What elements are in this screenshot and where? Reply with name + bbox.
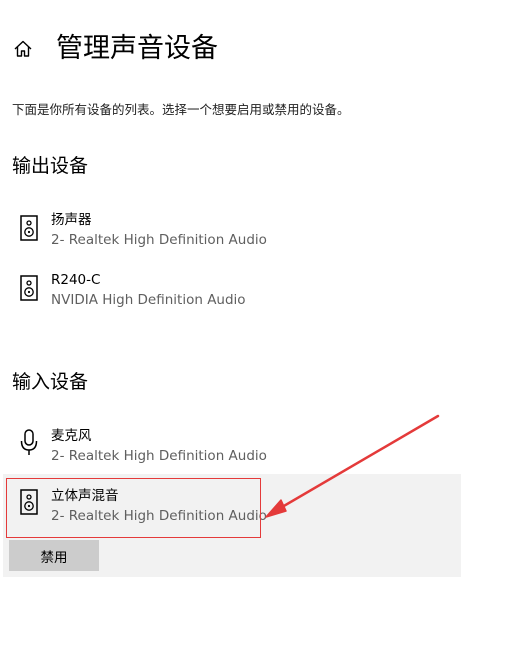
disable-button[interactable]: 禁用 [9,540,99,571]
output-devices-heading: 输出设备 [12,155,89,177]
device-name: 扬声器 [51,212,92,228]
output-device-r240c[interactable]: R240-C NVIDIA High Definition Audio [6,266,461,322]
home-icon[interactable] [12,38,34,60]
microphone-icon [18,428,40,456]
device-name: R240-C [51,272,101,288]
device-name: 麦克风 [51,428,92,444]
speaker-icon [18,274,40,302]
output-device-speaker[interactable]: 扬声器 2- Realtek High Definition Audio [6,206,461,262]
device-driver: NVIDIA High Definition Audio [51,292,246,308]
speaker-icon [18,214,40,242]
page-description: 下面是你所有设备的列表。选择一个想要启用或禁用的设备。 [12,102,350,117]
page-title: 管理声音设备 [56,33,218,64]
input-device-microphone[interactable]: 麦克风 2- Realtek High Definition Audio [6,422,461,478]
input-devices-heading: 输入设备 [12,371,89,393]
device-driver: 2- Realtek High Definition Audio [51,448,267,464]
highlight-box [6,478,261,538]
device-driver: 2- Realtek High Definition Audio [51,232,267,248]
